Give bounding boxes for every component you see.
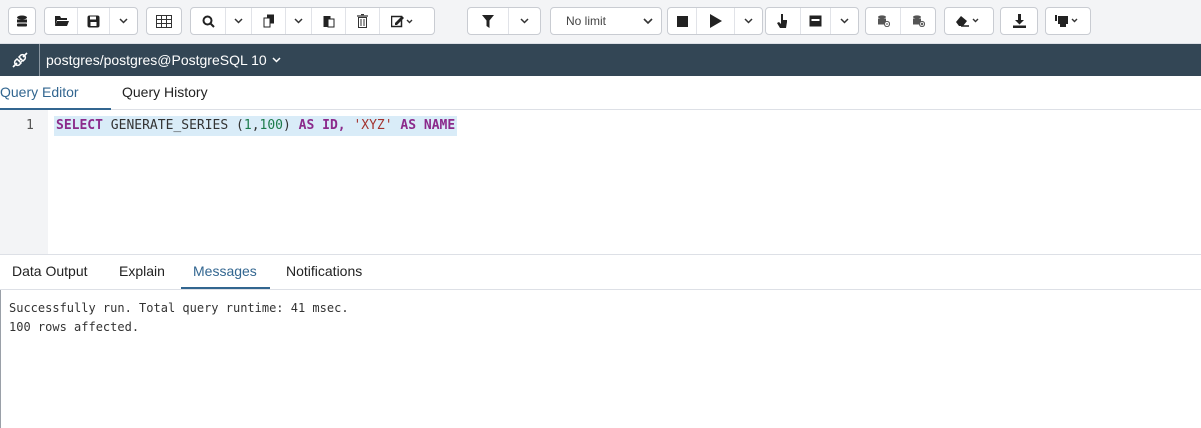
number-literal-2: 100 — [259, 118, 283, 133]
comma: , — [251, 118, 260, 133]
database-icon[interactable] — [9, 8, 35, 34]
explain-analyze-icon[interactable] — [800, 8, 830, 34]
execute-icon[interactable] — [696, 8, 734, 34]
tab-explain-label: Explain — [119, 263, 165, 279]
explain-chevron-down-icon[interactable] — [830, 8, 858, 34]
output-tabs: Data Output Explain Messages Notificatio… — [0, 255, 1201, 290]
filter-chevron-down-icon[interactable] — [508, 8, 540, 34]
toolbar-group-database — [8, 7, 36, 35]
open-paren: ( — [228, 118, 244, 133]
row-limit-value: No limit — [566, 14, 607, 28]
stop-icon[interactable] — [668, 8, 696, 34]
chevron-down-icon[interactable] — [109, 8, 137, 34]
code-line[interactable]: SELECT GENERATE_SERIES (1,100) AS ID, 'X… — [54, 116, 458, 136]
toolbar: No limit — [0, 0, 1201, 44]
connection-chevron-down-icon — [272, 55, 281, 66]
limit-chevron-down-icon — [643, 17, 653, 24]
explain-icon[interactable] — [766, 8, 800, 34]
string-literal: 'XYZ' — [353, 118, 393, 133]
copy-chevron-down-icon[interactable] — [285, 8, 311, 34]
commit-icon[interactable] — [866, 8, 900, 34]
row-limit-select[interactable]: No limit — [550, 7, 662, 35]
toolbar-group-macros — [1045, 7, 1091, 35]
open-folder-icon[interactable] — [45, 8, 77, 34]
toolbar-group-execute — [667, 7, 763, 35]
toolbar-group-file — [44, 7, 138, 35]
tab-notifications-label: Notifications — [286, 263, 363, 279]
close-paren: ) — [283, 118, 291, 133]
download-icon[interactable] — [1001, 8, 1037, 34]
rollback-icon[interactable] — [900, 8, 935, 34]
filter-icon[interactable] — [468, 8, 508, 34]
paste-icon[interactable] — [311, 8, 345, 34]
tab-data-output-label: Data Output — [12, 263, 88, 279]
search-chevron-down-icon[interactable] — [225, 8, 251, 34]
editor-tabs: Query Editor Query History — [0, 76, 1201, 110]
keyword-as-1: AS — [298, 118, 315, 133]
toolbar-group-transaction — [865, 7, 936, 35]
tab-notifications[interactable]: Notifications — [286, 255, 362, 289]
tab-query-editor-label: Query Editor — [0, 84, 79, 100]
connection-bar[interactable]: postgres/postgres@PostgreSQL 10 — [0, 44, 1201, 76]
search-icon[interactable] — [191, 8, 225, 34]
edit-icon[interactable] — [379, 8, 423, 34]
connection-label: postgres/postgres@PostgreSQL 10 — [46, 52, 267, 68]
toolbar-group-edit-grid — [146, 7, 182, 35]
keyword-as-2: AS — [400, 118, 417, 133]
line-gutter: 1 — [0, 110, 48, 254]
tab-data-output[interactable]: Data Output — [12, 255, 88, 289]
keyword-select: SELECT — [56, 118, 103, 133]
tab-query-editor[interactable]: Query Editor — [0, 76, 111, 110]
toolbar-group-explain — [765, 7, 859, 35]
edit-grid-icon[interactable] — [147, 8, 181, 34]
function-name: GENERATE_SERIES — [110, 118, 229, 133]
connection-plug-icon — [11, 52, 28, 68]
toolbar-group-filter — [467, 7, 541, 35]
sql-editor[interactable]: 1 SELECT GENERATE_SERIES (1,100) AS ID, … — [0, 110, 1201, 255]
number-literal-1: 1 — [243, 118, 252, 133]
clear-icon[interactable] — [945, 8, 993, 34]
message-line: Successfully run. Total query runtime: 4… — [9, 301, 349, 315]
tab-messages[interactable]: Messages — [181, 255, 270, 289]
toolbar-group-download — [1000, 7, 1038, 35]
tab-messages-label: Messages — [193, 263, 257, 279]
toolbar-group-search-clipboard — [190, 7, 435, 35]
message-line: 100 rows affected. — [9, 320, 140, 334]
toolbar-group-clear — [944, 7, 994, 35]
tab-explain[interactable]: Explain — [119, 255, 165, 289]
execute-chevron-down-icon[interactable] — [734, 8, 762, 34]
save-icon[interactable] — [77, 8, 109, 34]
identifier-name: NAME — [423, 118, 456, 133]
copy-icon[interactable] — [251, 8, 285, 34]
tab-query-history-label: Query History — [122, 84, 208, 100]
line-number: 1 — [26, 118, 34, 133]
tab-query-history[interactable]: Query History — [122, 76, 208, 110]
messages-panel: Successfully run. Total query runtime: 4… — [0, 290, 1201, 428]
identifier-id: ID, — [322, 118, 346, 133]
delete-icon[interactable] — [345, 8, 379, 34]
macros-icon[interactable] — [1046, 8, 1090, 34]
connection-status-cell — [0, 44, 40, 76]
